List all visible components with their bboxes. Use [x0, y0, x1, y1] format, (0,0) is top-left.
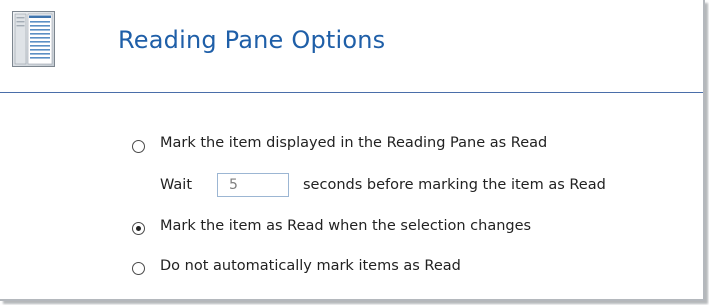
option-label-do-not-mark[interactable]: Do not automatically mark items as Read — [160, 253, 461, 279]
wait-seconds-input[interactable] — [217, 173, 289, 197]
radio-selected-dot — [136, 226, 141, 231]
dialog-header: Reading Pane Options — [0, 0, 703, 93]
option-label-mark-displayed-item[interactable]: Mark the item displayed in the Reading P… — [160, 130, 547, 156]
dialog-title: Reading Pane Options — [118, 26, 386, 54]
radio-mark-on-selection-change[interactable] — [132, 222, 145, 235]
option-label-mark-on-selection-change[interactable]: Mark the item as Read when the selection… — [160, 213, 531, 239]
radio-do-not-mark[interactable] — [132, 262, 145, 275]
reading-pane-icon — [12, 11, 55, 67]
wait-suffix-label: seconds before marking the item as Read — [303, 177, 606, 193]
reading-pane-options-dialog: Reading Pane Options Mark the item displ… — [0, 0, 705, 301]
radio-mark-displayed-item[interactable] — [132, 140, 145, 153]
wait-prefix-label: Wait — [160, 177, 193, 193]
